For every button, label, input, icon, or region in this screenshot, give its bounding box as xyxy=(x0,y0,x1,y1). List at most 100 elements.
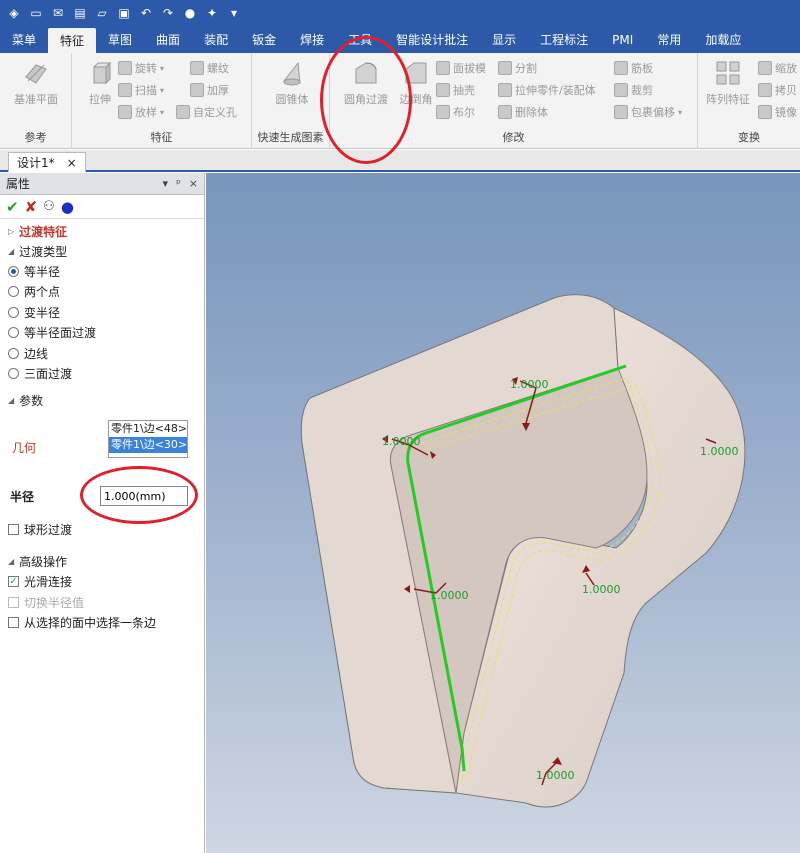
scale-button[interactable]: 缩放 xyxy=(758,59,797,77)
render-icon[interactable]: ● xyxy=(182,5,198,21)
radio-button[interactable] xyxy=(8,265,19,277)
extrude-part-button[interactable]: 拉伸零件/装配体 xyxy=(498,81,596,99)
radius-input[interactable] xyxy=(100,486,188,506)
fillet-type-option[interactable]: 等半径面过渡 xyxy=(0,323,204,344)
ribbon-tab[interactable]: 工程标注 xyxy=(528,26,600,53)
fillet-type-option[interactable]: 变半径 xyxy=(0,302,204,323)
fillet-type-option[interactable]: 等半径 xyxy=(0,261,204,282)
dimension-label[interactable]: 1.0000 xyxy=(536,769,575,782)
select-edge-checkbox[interactable] xyxy=(8,617,19,629)
fillet-type-option[interactable]: 三面过渡 xyxy=(0,364,204,385)
fillet-type-option[interactable]: 边线 xyxy=(0,343,204,364)
dimension-label[interactable]: 1.0000 xyxy=(582,583,621,596)
close-icon[interactable]: × xyxy=(67,156,77,170)
select-edge-row[interactable]: 从选择的面中选择一条边 xyxy=(0,613,205,634)
advanced-section-header[interactable]: ◢ 高级操作 xyxy=(0,552,205,572)
new-file-icon[interactable]: ▭ xyxy=(28,5,44,21)
document-tab[interactable]: 设计1* × xyxy=(8,152,86,172)
trim-button[interactable]: 裁剪 xyxy=(614,81,653,99)
design-element-icon[interactable]: ✦ xyxy=(204,5,220,21)
smooth-connect-label: 光滑连接 xyxy=(24,575,73,590)
new-doc-icon[interactable]: ▤ xyxy=(72,5,88,21)
new-template-icon[interactable]: ✉ xyxy=(50,5,66,21)
params-section-header[interactable]: ◢ 参数 xyxy=(0,390,204,410)
cone-button[interactable]: 圆锥体 xyxy=(264,59,320,119)
redo-icon[interactable]: ↷ xyxy=(160,5,176,21)
datum-plane-button[interactable]: 基准平面 xyxy=(8,59,64,119)
fillet-type-option[interactable]: 两个点 xyxy=(0,282,204,303)
pattern-button[interactable]: 阵列特征 xyxy=(700,59,756,119)
ball-fillet-label: 球形过渡 xyxy=(24,522,73,537)
shell-button[interactable]: 抽壳 xyxy=(436,81,475,99)
radio-button[interactable] xyxy=(8,368,19,380)
rib-button[interactable]: 筋板 xyxy=(614,59,653,77)
ribbon-tab[interactable]: 显示 xyxy=(480,26,528,53)
3d-viewport[interactable]: 1.0000 1.0000 1.0000 1.0000 1.0000 1.000… xyxy=(206,173,800,853)
ribbon-tab[interactable]: 智能设计批注 xyxy=(384,26,480,53)
geometry-item[interactable]: 零件1\边<48> xyxy=(109,421,187,437)
ball-fillet-row[interactable]: 球形过渡 xyxy=(0,519,205,540)
wrap-offset-button[interactable]: 包裹偏移 ▾ xyxy=(614,103,682,121)
ribbon-tab[interactable]: 常用 xyxy=(645,26,693,53)
type-section-header[interactable]: ◢ 过渡类型 xyxy=(0,241,204,261)
panel-menu-icon[interactable]: ▾ xyxy=(163,177,169,190)
part-model[interactable]: 1.0000 1.0000 1.0000 1.0000 1.0000 1.000… xyxy=(206,173,800,853)
custom-hole-button[interactable]: 自定义孔 xyxy=(176,103,237,121)
dimension-label[interactable]: 1.0000 xyxy=(430,589,469,602)
sweep-button[interactable]: 扫描 ▾ xyxy=(118,81,164,99)
radio-button[interactable] xyxy=(8,327,19,339)
ribbon-tab[interactable]: 草图 xyxy=(96,26,144,53)
pin-icon[interactable]: ᵖ xyxy=(176,177,181,190)
smooth-connect-checkbox[interactable]: ✓ xyxy=(8,576,19,588)
help-dot-icon[interactable]: ● xyxy=(61,198,74,216)
panel-close-icon[interactable]: × xyxy=(189,177,198,190)
dimension-label[interactable]: 1.0000 xyxy=(700,445,739,458)
ribbon-tab[interactable]: 焊接 xyxy=(288,26,336,53)
copy-button[interactable]: 拷贝 xyxy=(758,81,797,99)
ribbon-tab[interactable]: 钣金 xyxy=(240,26,288,53)
dimension-label[interactable]: 1.0000 xyxy=(510,378,549,391)
ribbon-tab[interactable]: 特征 xyxy=(48,28,97,53)
save-icon[interactable]: ▣ xyxy=(116,5,132,21)
geometry-list[interactable]: 零件1\边<48> 零件1\边<30> xyxy=(108,420,188,458)
loft-icon xyxy=(118,105,132,119)
ribbon-tab[interactable]: PMI xyxy=(600,26,645,53)
radio-button[interactable] xyxy=(8,306,19,318)
thicken-button[interactable]: 加厚 xyxy=(190,81,229,99)
radio-button[interactable] xyxy=(8,286,19,298)
custom-hole-icon xyxy=(176,105,190,119)
delete-body-button[interactable]: 删除体 xyxy=(498,103,548,121)
cancel-x-icon[interactable]: ✘ xyxy=(25,198,38,216)
fillet-button[interactable]: 圆角过渡 xyxy=(338,59,394,119)
loft-dropdown-icon[interactable]: ▾ xyxy=(160,108,164,117)
confirm-check-icon[interactable]: ✔ xyxy=(6,198,19,216)
revolve-dropdown-icon[interactable]: ▾ xyxy=(160,64,164,73)
preview-glasses-icon[interactable]: ⚇ xyxy=(43,199,55,214)
revolve-button[interactable]: 旋转 ▾ xyxy=(118,59,164,77)
ribbon-tab[interactable]: 工具 xyxy=(336,26,384,53)
split-button[interactable]: 分割 xyxy=(498,59,537,77)
ribbon-tab[interactable]: 菜单 xyxy=(0,26,48,53)
fillet-type-list: 等半径 两个点 变半径 等半径面过渡 边线 三面过渡 xyxy=(0,261,204,384)
face-draft-button[interactable]: 面拔模 xyxy=(436,59,486,77)
thread-button[interactable]: 螺纹 xyxy=(190,59,229,77)
sweep-dropdown-icon[interactable]: ▾ xyxy=(160,86,164,95)
feature-section-header[interactable]: ▷ 过渡特征 xyxy=(0,221,204,241)
wrap-offset-dropdown-icon[interactable]: ▾ xyxy=(678,108,682,117)
open-folder-icon[interactable]: ▱ xyxy=(94,5,110,21)
dimension-label[interactable]: 1.0000 xyxy=(382,435,421,448)
geometry-item[interactable]: 零件1\边<30> xyxy=(109,437,187,453)
customize-dropdown-icon[interactable]: ▾ xyxy=(226,5,242,21)
boolean-button[interactable]: 布尔 xyxy=(436,103,475,121)
radio-button[interactable] xyxy=(8,347,19,359)
transform-group-label: 变换 xyxy=(738,131,760,144)
mirror-button[interactable]: 镜像 xyxy=(758,103,797,121)
ball-fillet-checkbox[interactable] xyxy=(8,523,19,535)
loft-button[interactable]: 放样 ▾ xyxy=(118,103,164,121)
undo-icon[interactable]: ↶ xyxy=(138,5,154,21)
ribbon-tab[interactable]: 装配 xyxy=(192,26,240,53)
ribbon-tab[interactable]: 曲面 xyxy=(144,26,192,53)
smooth-connect-row[interactable]: ✓ 光滑连接 xyxy=(0,572,205,593)
copy-icon xyxy=(758,83,772,97)
ribbon-tab[interactable]: 加载应 xyxy=(693,26,753,53)
